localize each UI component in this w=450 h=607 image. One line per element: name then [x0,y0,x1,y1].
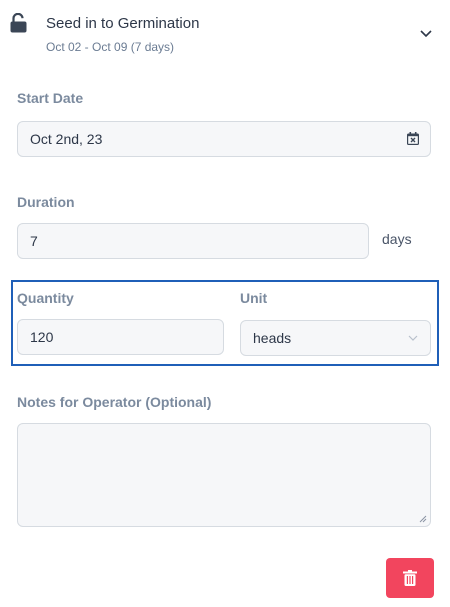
calendar-x-icon[interactable] [407,132,419,145]
quantity-input[interactable]: 120 [17,319,224,355]
chevron-down-icon [408,335,418,341]
resize-handle-icon[interactable] [419,515,427,523]
notes-textarea[interactable] [17,423,431,527]
quantity-value: 120 [30,329,54,345]
unit-value: heads [253,330,292,346]
trash-icon [403,570,417,586]
notes-label: Notes for Operator (Optional) [17,394,212,410]
step-date-range: Oct 02 - Oct 09 (7 days) [46,40,175,54]
duration-value: 7 [30,233,38,249]
lock-open-icon [10,13,27,33]
start-date-input[interactable]: Oct 2nd, 23 [17,121,431,157]
step-title: Seed in to Germination [46,15,200,32]
start-date-label: Start Date [17,90,84,106]
duration-label: Duration [17,194,75,210]
unit-select[interactable]: heads [240,320,431,356]
unit-label: Unit [240,290,268,306]
delete-button[interactable] [386,558,434,598]
duration-unit-suffix: days [382,231,412,247]
duration-input[interactable]: 7 [17,223,369,259]
quantity-label: Quantity [17,290,74,306]
start-date-value: Oct 2nd, 23 [30,131,103,147]
chevron-down-icon[interactable] [419,29,433,39]
